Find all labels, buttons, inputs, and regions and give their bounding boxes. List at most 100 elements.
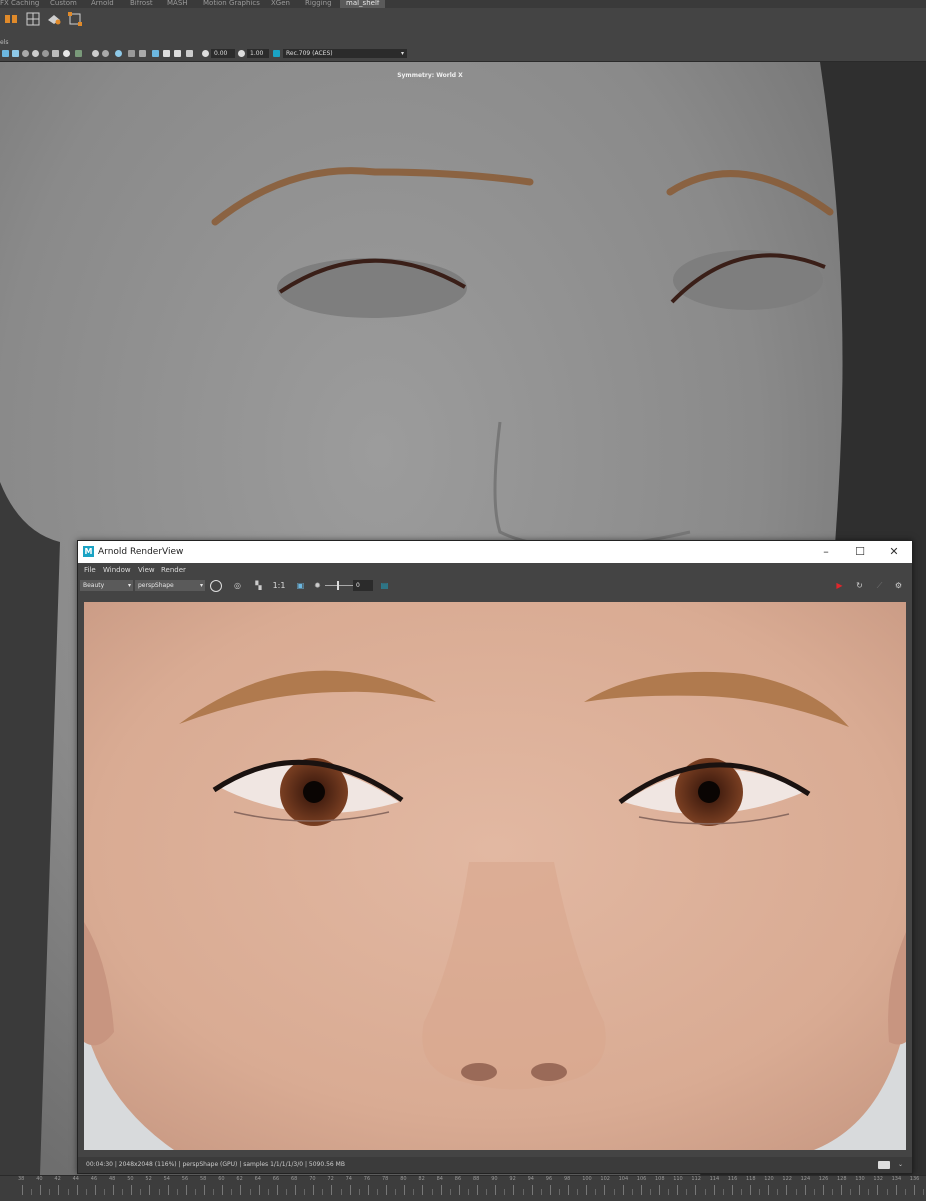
tab-custom[interactable]: Custom (50, 0, 77, 8)
timeline-tick-mark (258, 1185, 260, 1195)
depth-of-field-icon[interactable] (115, 50, 122, 57)
crop-region-icon[interactable]: ▣ (295, 580, 306, 591)
renderview-titlebar[interactable]: M Arnold RenderView – ☐ ✕ (78, 541, 912, 563)
timeline-tick-label: 48 (109, 1176, 116, 1182)
timeline-minor-tick (449, 1189, 451, 1195)
panel-menu-item-panels[interactable]: els (0, 38, 8, 47)
chevron-down-icon: ▾ (400, 50, 404, 57)
timeline-minor-tick (795, 1189, 797, 1195)
ratio-button[interactable]: 1:1 (272, 580, 286, 591)
xray-icon[interactable] (139, 50, 146, 57)
timeline-tick-label: 56 (181, 1176, 189, 1182)
lights-icon[interactable] (42, 50, 49, 57)
tab-rigging[interactable]: Rigging (305, 0, 332, 8)
timeline-tick-mark (22, 1185, 23, 1195)
shadows-icon[interactable] (52, 50, 59, 57)
timeline-tick-mark (841, 1185, 842, 1195)
grid-layout-icon[interactable] (25, 11, 41, 27)
timeline-tick-label: 74 (345, 1176, 352, 1182)
timeline-tick-label: 118 (746, 1176, 756, 1182)
exposure-slider-handle[interactable] (337, 581, 339, 590)
exposure-value-field[interactable]: 0 (353, 580, 373, 591)
aperture-icon[interactable] (210, 580, 222, 592)
tab-bifrost[interactable]: Bifrost (130, 0, 153, 8)
menu-render[interactable]: Render (161, 563, 186, 577)
sculpt-tool-icon[interactable] (46, 11, 62, 27)
renderview-status-bar: 00:04:30 | 2048x2048 (116%) | perspShape… (78, 1157, 912, 1173)
timeline-tick-mark (695, 1185, 697, 1195)
timeline-tick-label: 38 (18, 1176, 25, 1182)
checker-icon[interactable]: ▚ (253, 580, 264, 591)
menu-file[interactable]: File (84, 563, 96, 577)
timeline-tick-mark (913, 1185, 915, 1195)
timeline-minor-tick (231, 1189, 233, 1195)
tab-arnold[interactable]: Arnold (91, 0, 114, 8)
textured-icon[interactable] (32, 50, 39, 57)
grid-icon[interactable] (163, 50, 170, 57)
tab-xgen[interactable]: XGen (271, 0, 290, 8)
gear-icon[interactable]: ⚙ (893, 580, 904, 591)
close-button[interactable]: ✕ (877, 541, 911, 563)
timeline-minor-tick (249, 1189, 251, 1195)
timeline-tick-mark (222, 1185, 224, 1195)
menu-view[interactable]: View (138, 563, 155, 577)
panel-menu-bar: els (0, 38, 926, 47)
timeline-tick-label: 88 (473, 1176, 480, 1182)
timeline-tick-mark (240, 1185, 242, 1195)
smooth-shade-icon[interactable] (22, 50, 29, 57)
ipr-icon[interactable]: ⟋ (874, 580, 885, 591)
snapshot-icon[interactable] (878, 1161, 890, 1169)
timeline-tick-label: 92 (509, 1176, 516, 1182)
rgb-channels-icon[interactable]: ◎ (232, 580, 243, 591)
exposure-field[interactable]: 0.00 (211, 49, 235, 58)
anti-alias-icon[interactable] (102, 50, 109, 57)
camera-dropdown[interactable]: perspShape ▾ (135, 580, 205, 591)
exposure-icon[interactable] (202, 50, 209, 57)
timeline-minor-tick (504, 1189, 506, 1195)
maximize-button[interactable]: ☐ (843, 541, 877, 563)
arnold-renderview-window: M Arnold RenderView – ☐ ✕ File Window Vi… (77, 540, 913, 1174)
timeline-tick-mark (76, 1185, 78, 1195)
timeline-tick-label: 80 (400, 1176, 407, 1182)
menu-window[interactable]: Window (103, 563, 131, 577)
create-tool-icon[interactable] (3, 11, 19, 27)
film-gate-icon[interactable] (174, 50, 181, 57)
tab-mash[interactable]: MASH (167, 0, 188, 8)
timeline-tick-label: 120 (764, 1176, 774, 1182)
isolate-select-icon[interactable] (128, 50, 135, 57)
timeline-minor-tick (176, 1189, 178, 1195)
camera-attributes-icon[interactable] (2, 50, 9, 57)
timeline-tick-mark (149, 1185, 151, 1195)
bounding-box-icon[interactable] (67, 11, 83, 27)
exposure-slider-track[interactable] (325, 585, 353, 586)
refresh-icon[interactable]: ↻ (854, 580, 865, 591)
tab-mal-shelf[interactable]: mal_shelf (340, 0, 386, 8)
motion-blur-icon[interactable] (92, 50, 99, 57)
timeline-tick-label: 108 (655, 1176, 665, 1182)
minimize-button[interactable]: – (809, 541, 843, 563)
xray-joints-icon[interactable] (152, 50, 159, 57)
time-slider[interactable]: 38 40 42 44 46 48 50 52 54 56 58 60 62 64 66 68 70 72 74 76… (0, 1175, 926, 1201)
wireframe-icon[interactable] (12, 50, 19, 57)
render-play-icon[interactable]: ▶ (834, 580, 845, 591)
resolution-gate-icon[interactable] (186, 50, 193, 57)
timeline-tick-mark (895, 1185, 897, 1195)
ambient-occlusion-icon[interactable] (75, 50, 82, 57)
timeline-tick-mark (531, 1185, 533, 1195)
timeline-tick-mark (568, 1185, 569, 1195)
exposure-icon[interactable]: ✹ (312, 580, 323, 591)
timeline-tick-mark (404, 1185, 406, 1195)
chevron-down-icon[interactable]: ⌄ (898, 1157, 903, 1173)
aov-dropdown[interactable]: Beauty ▾ (80, 580, 133, 591)
color-space-value: Rec.709 (ACES) (286, 50, 333, 57)
gamma-icon[interactable] (238, 50, 245, 57)
tab-fx-caching[interactable]: FX Caching (0, 0, 39, 8)
render-image-canvas[interactable] (84, 602, 906, 1150)
light-bulb-icon[interactable] (63, 50, 70, 57)
color-management-icon[interactable] (273, 50, 280, 57)
tab-motion-graphics[interactable]: Motion Graphics (203, 0, 260, 8)
color-management-icon[interactable]: ▤ (379, 580, 390, 591)
color-space-dropdown[interactable]: Rec.709 (ACES) ▾ (283, 49, 407, 58)
timeline-tick-label: 102 (600, 1176, 610, 1182)
gamma-field[interactable]: 1.00 (247, 49, 269, 58)
